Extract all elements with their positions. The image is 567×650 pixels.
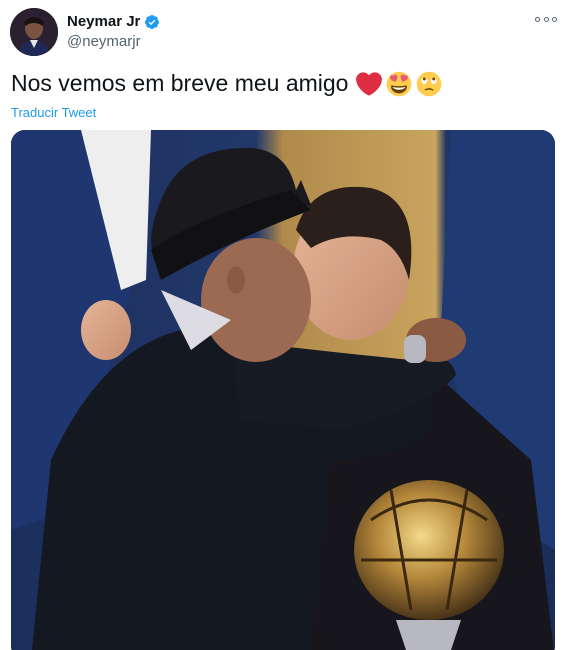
tweet-card: Neymar Jr @neymarjr Nos vemos em breve m… [0, 0, 567, 650]
face-with-rolling-eyes-icon [416, 71, 442, 97]
more-options-icon-dot [552, 16, 557, 22]
smiling-face-with-heart-eyes-icon [386, 71, 412, 97]
red-heart-icon [356, 71, 383, 97]
more-options-button[interactable] [535, 12, 557, 26]
more-options-icon [535, 16, 540, 22]
verified-badge-icon [145, 14, 160, 29]
translate-tweet-link[interactable]: Traducir Tweet [11, 105, 96, 120]
avatar-image [10, 8, 58, 56]
more-options-icon-dot [543, 16, 549, 22]
tweet-text-row: Nos vemos em breve meu amigo [11, 70, 442, 97]
display-name[interactable]: Neymar Jr [67, 13, 140, 30]
avatar[interactable] [10, 8, 58, 56]
author-handle[interactable]: @neymarjr [67, 33, 141, 50]
tweet-photo[interactable] [11, 130, 555, 650]
photo-illustration [11, 130, 555, 650]
author-name-row[interactable]: Neymar Jr [67, 13, 160, 30]
tweet-text: Nos vemos em breve meu amigo [11, 70, 349, 96]
